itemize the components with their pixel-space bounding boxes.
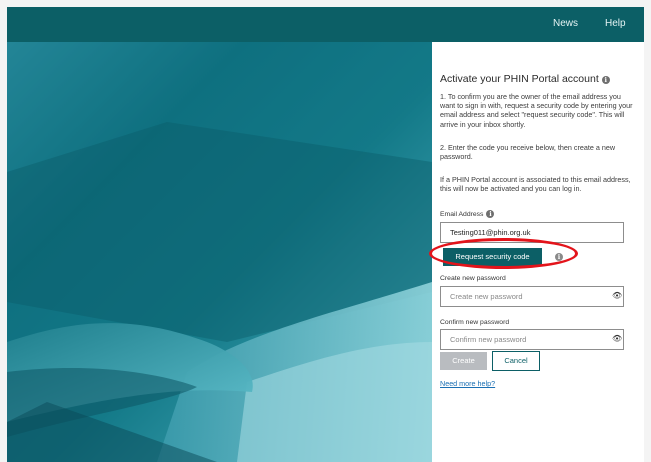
request-security-code-button[interactable]: Request security code xyxy=(443,248,542,266)
instruction-step-2: 2. Enter the code you receive below, the… xyxy=(440,143,616,162)
top-navbar: News Help xyxy=(7,7,644,42)
cancel-button[interactable]: Cancel xyxy=(492,351,540,371)
confirm-password-field[interactable]: Confirm new password xyxy=(440,329,624,350)
activation-panel: Activate your PHIN Portal account i 1. To… xyxy=(432,42,644,462)
confirm-password-label: Confirm new password xyxy=(440,319,510,326)
email-info-icon[interactable]: i xyxy=(486,210,495,218)
instruction-step-1: 1. To confirm you are the owner of the e… xyxy=(440,92,633,129)
new-password-label: Create new password xyxy=(440,275,506,282)
nav-link-help[interactable]: Help xyxy=(605,18,626,29)
request-info-icon[interactable]: i xyxy=(555,253,563,261)
hero-image xyxy=(7,42,432,462)
page-title: Activate your PHIN Portal account i xyxy=(440,73,610,85)
email-label-text: Email Address xyxy=(440,211,484,218)
create-button[interactable]: Create xyxy=(440,352,487,370)
eye-icon[interactable]: 👁 xyxy=(612,291,622,300)
browser-frame: News Help Activate your PHIN Portal acco… xyxy=(7,7,644,462)
need-more-help-link[interactable]: Need more help? xyxy=(440,379,495,388)
activation-note: If a PHIN Portal account is associated t… xyxy=(440,175,631,194)
email-label: Email Address i xyxy=(440,210,495,218)
new-password-field[interactable]: Create new password xyxy=(440,286,624,307)
info-icon[interactable]: i xyxy=(601,76,610,84)
eye-icon[interactable]: 👁 xyxy=(612,334,622,343)
email-input[interactable]: Testing011@phin.org.uk xyxy=(440,222,624,243)
title-text: Activate your PHIN Portal account xyxy=(440,73,599,85)
nav-link-news[interactable]: News xyxy=(553,18,578,29)
hero-illustration xyxy=(7,42,432,462)
